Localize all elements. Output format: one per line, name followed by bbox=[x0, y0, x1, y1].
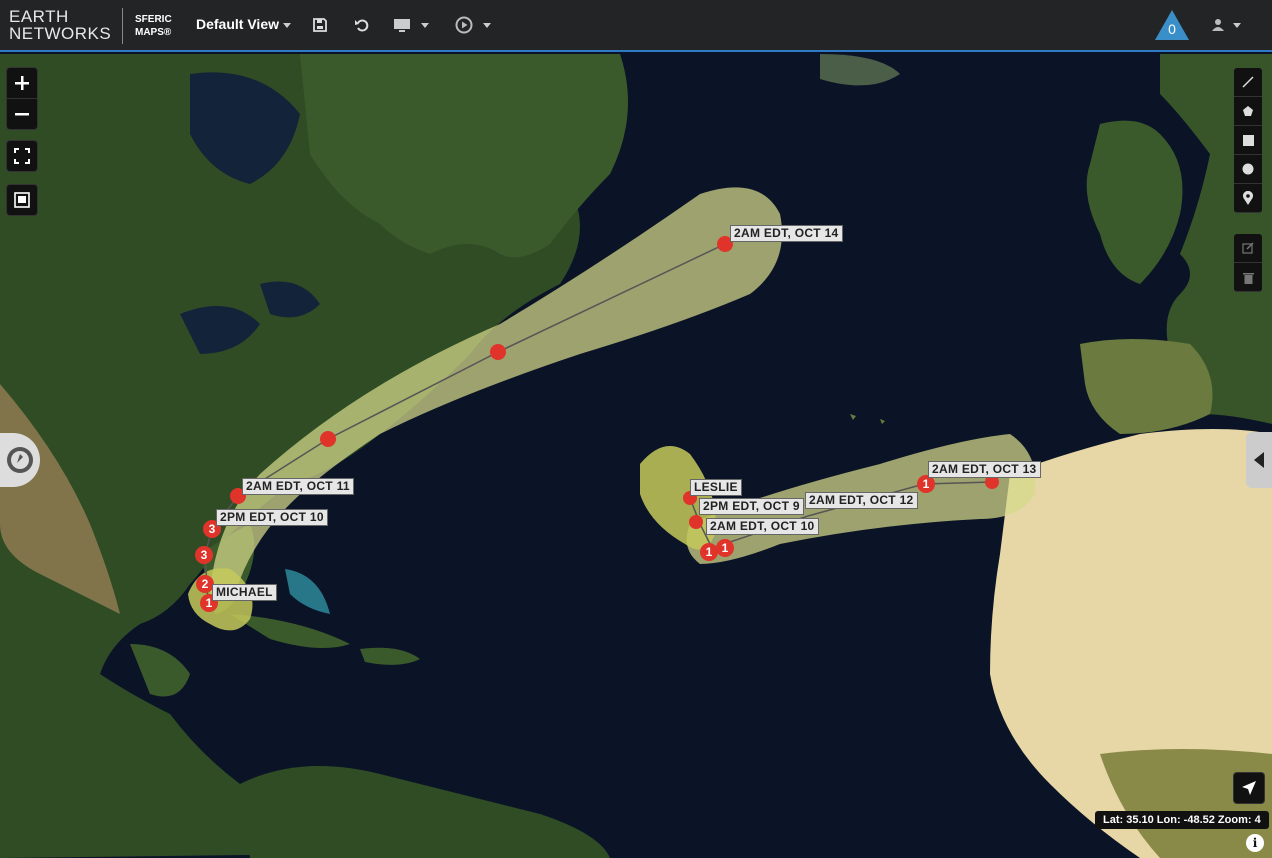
coordinates-readout: Lat: 35.10 Lon: -48.52 Zoom: 4 bbox=[1095, 811, 1269, 829]
chevron-down-icon bbox=[1233, 22, 1241, 28]
polygon-icon bbox=[1243, 106, 1253, 116]
storm-category-marker[interactable]: 1 bbox=[716, 539, 734, 557]
forecast-time-label: 2AM EDT, OCT 10 bbox=[706, 518, 819, 535]
display-mode-button[interactable] bbox=[393, 14, 429, 36]
line-icon bbox=[1242, 76, 1254, 88]
chevron-left-icon bbox=[1254, 452, 1264, 468]
fullscreen-icon bbox=[14, 148, 30, 164]
forecast-time-label: 2AM EDT, OCT 12 bbox=[805, 492, 918, 509]
save-icon bbox=[313, 18, 327, 32]
earth-networks-logo[interactable]: EARTH NETWORKS bbox=[9, 8, 111, 42]
hurricane-icon bbox=[320, 431, 336, 447]
fullscreen-button[interactable] bbox=[7, 141, 37, 171]
draw-polygon-button[interactable] bbox=[1234, 97, 1262, 126]
right-panel-toggle[interactable] bbox=[1246, 432, 1272, 488]
monitor-icon bbox=[394, 19, 410, 32]
layers-panel-button[interactable] bbox=[7, 185, 37, 215]
playback-button[interactable] bbox=[455, 14, 491, 36]
map-canvas[interactable]: 3 3 2 1 1 1 1 2AM EDT, OCT 14 2AM EDT, O… bbox=[0, 54, 1272, 858]
storm-tracks-layer bbox=[188, 187, 1036, 631]
forecast-time-label: 2PM EDT, OCT 9 bbox=[699, 498, 804, 515]
draw-marker-button[interactable] bbox=[1234, 184, 1262, 213]
minus-icon bbox=[15, 113, 29, 116]
draw-line-button[interactable] bbox=[1234, 68, 1262, 97]
user-menu-button[interactable] bbox=[1211, 14, 1241, 36]
undo-icon bbox=[355, 19, 369, 32]
logo-line-2: NETWORKS bbox=[9, 24, 112, 43]
delete-shapes-button[interactable] bbox=[1234, 263, 1262, 292]
chevron-down-icon bbox=[283, 22, 291, 28]
view-selector[interactable]: Default View bbox=[196, 16, 291, 32]
plus-icon bbox=[15, 76, 29, 90]
forecast-time-label: 2AM EDT, OCT 14 bbox=[730, 225, 843, 242]
chevron-down-icon bbox=[483, 22, 491, 28]
logo-divider bbox=[122, 8, 123, 44]
hurricane-icon bbox=[490, 344, 506, 360]
logo-line-1: EARTH bbox=[9, 7, 69, 26]
alerts-badge[interactable]: 0 bbox=[1154, 9, 1190, 41]
zoom-in-button[interactable] bbox=[7, 68, 37, 98]
reset-view-button[interactable] bbox=[354, 14, 370, 36]
forecast-time-label: 2PM EDT, OCT 10 bbox=[216, 509, 328, 526]
hurricane-icon bbox=[689, 515, 703, 529]
forecast-time-label: 2AM EDT, OCT 13 bbox=[928, 461, 1041, 478]
edit-shapes-button[interactable] bbox=[1234, 234, 1262, 263]
location-arrow-icon bbox=[1242, 781, 1256, 795]
alerts-count: 0 bbox=[1168, 21, 1176, 37]
user-icon bbox=[1212, 19, 1224, 31]
draw-circle-button[interactable] bbox=[1234, 155, 1262, 184]
draw-rectangle-button[interactable] bbox=[1234, 126, 1262, 155]
info-icon[interactable]: i bbox=[1246, 834, 1264, 852]
locate-me-button[interactable] bbox=[1234, 773, 1264, 803]
top-toolbar: EARTH NETWORKS SFERIC MAPS® Default View… bbox=[0, 0, 1272, 52]
forecast-time-label: 2AM EDT, OCT 11 bbox=[242, 478, 354, 495]
product-line-1: SFERIC bbox=[135, 14, 172, 25]
storm-category-marker[interactable]: 3 bbox=[195, 546, 213, 564]
circle-icon bbox=[1242, 163, 1254, 175]
product-line-2: MAPS® bbox=[135, 27, 172, 38]
sferic-maps-logo: SFERIC MAPS® bbox=[135, 13, 172, 39]
play-circle-icon bbox=[455, 16, 473, 34]
save-button[interactable] bbox=[312, 14, 328, 36]
film-icon bbox=[14, 192, 30, 208]
storm-name-label[interactable]: MICHAEL bbox=[212, 584, 277, 601]
compass-icon bbox=[7, 447, 33, 473]
view-name-label: Default View bbox=[196, 16, 279, 32]
edit-icon bbox=[1242, 242, 1254, 254]
storm-name-label[interactable]: LESLIE bbox=[690, 479, 742, 496]
zoom-out-button[interactable] bbox=[7, 99, 37, 129]
map-pin-icon bbox=[1243, 191, 1253, 205]
square-icon bbox=[1242, 134, 1254, 146]
chevron-down-icon bbox=[421, 22, 429, 28]
trash-icon bbox=[1242, 272, 1254, 284]
